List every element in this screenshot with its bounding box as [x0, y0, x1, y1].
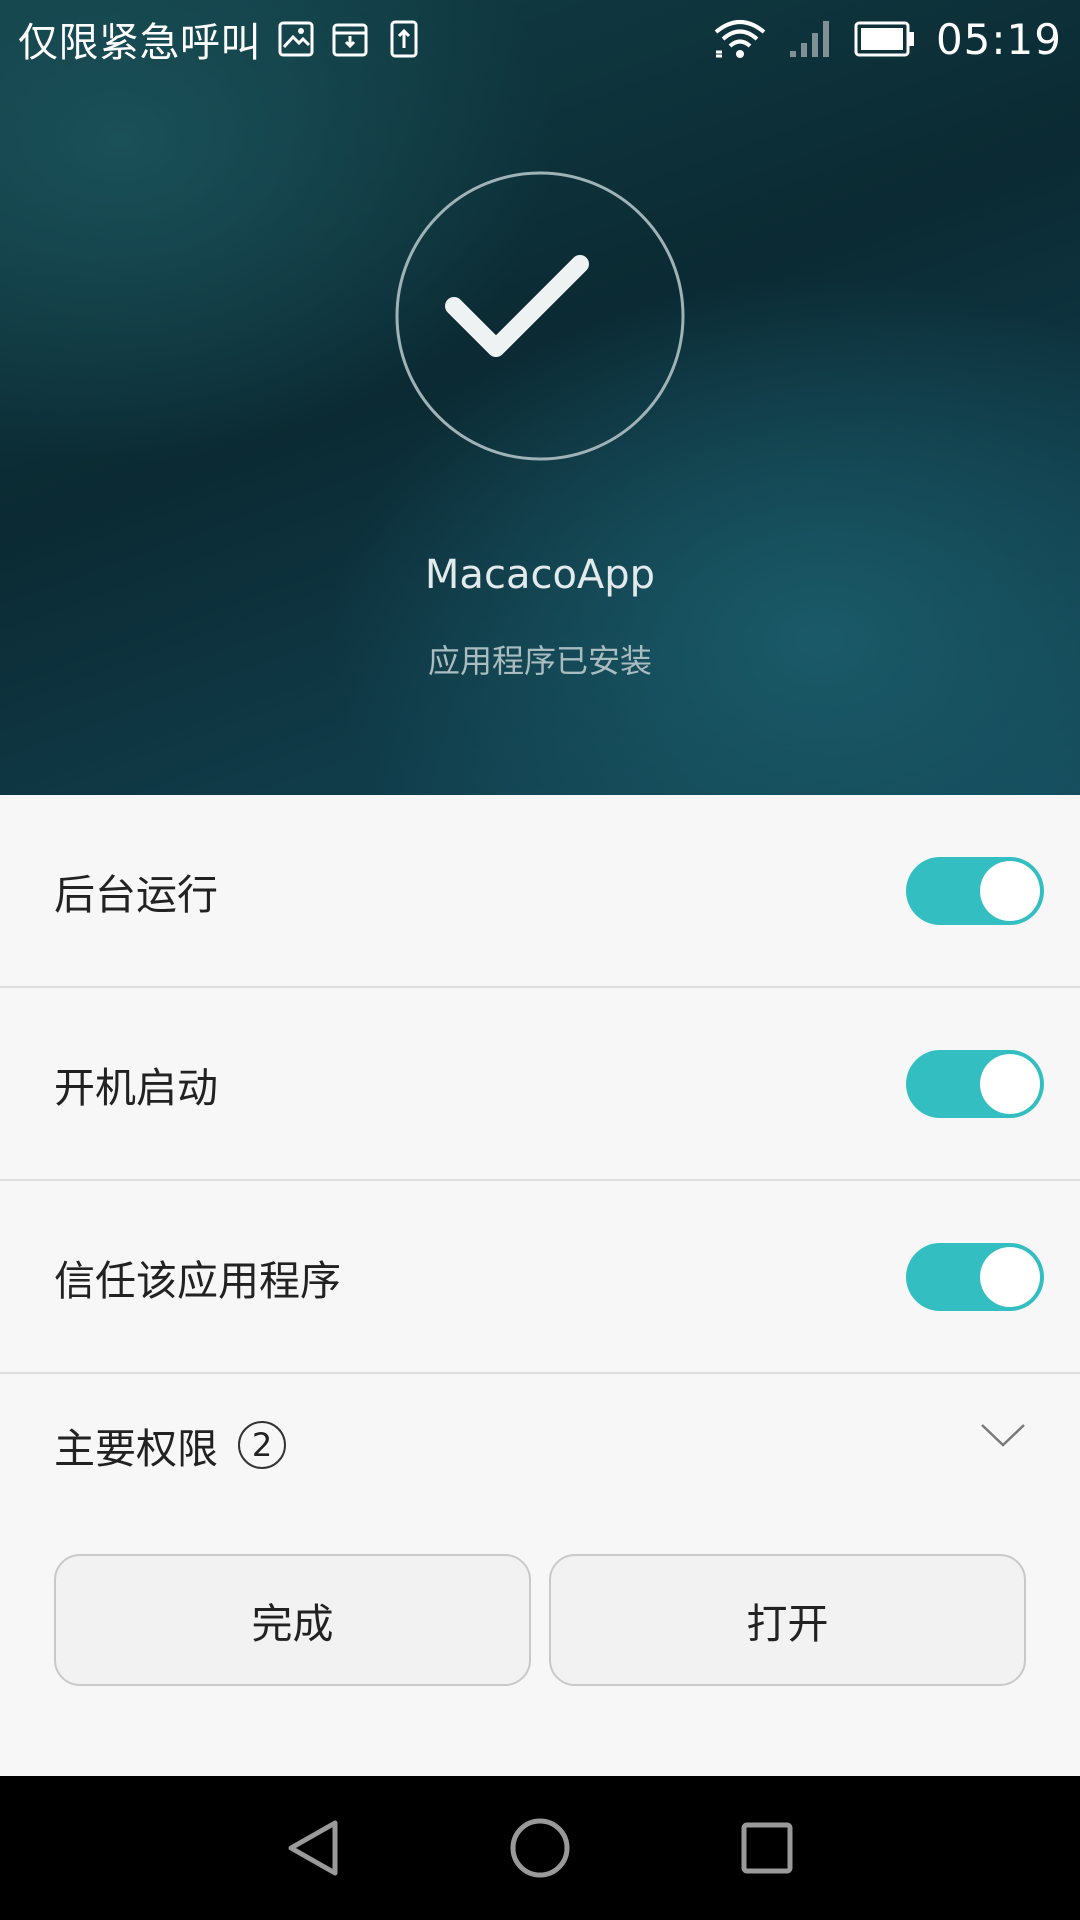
install-status: 应用程序已安装 — [427, 642, 652, 680]
carrier-text: 仅限紧急呼叫 — [18, 20, 261, 66]
status-bar: 仅限紧急呼叫 05:19 — [0, 0, 1080, 78]
background-run-toggle[interactable] — [906, 856, 1044, 925]
toggle-knob — [980, 1246, 1040, 1307]
toggle-knob — [980, 1053, 1040, 1114]
clock: 05:19 — [935, 14, 1062, 64]
toggle-knob — [980, 860, 1040, 921]
permissions-label: 主要权限 — [54, 1425, 218, 1473]
install-complete-screen: 仅限紧急呼叫 05:19 MacacoApp 应用程序已安装 后台运行 开机启动… — [0, 0, 1080, 1920]
autostart-toggle[interactable] — [906, 1049, 1044, 1118]
system-icons: 05:19 — [712, 15, 1062, 64]
setting-row-background-run[interactable]: 后台运行 — [0, 795, 1080, 988]
battery-icon — [854, 20, 916, 58]
setting-row-autostart[interactable]: 开机启动 — [0, 988, 1080, 1181]
check-icon — [395, 171, 685, 461]
wifi-icon — [712, 18, 768, 60]
setting-label: 开机启动 — [54, 1063, 218, 1112]
chevron-down-icon[interactable] — [980, 1422, 1026, 1448]
action-buttons: 完成 打开 — [54, 1554, 1026, 1686]
setting-label: 信任该应用程序 — [54, 1256, 341, 1305]
done-button[interactable]: 完成 — [54, 1554, 531, 1686]
download-box-icon — [323, 16, 377, 62]
navigation-bar — [0, 1776, 1080, 1920]
setting-label: 后台运行 — [54, 870, 218, 919]
permissions-count-badge: 2 — [238, 1421, 286, 1469]
notification-icons — [269, 16, 431, 62]
settings-list: 后台运行 开机启动 信任该应用程序 — [0, 795, 1080, 1374]
back-icon[interactable] — [258, 1793, 368, 1903]
open-button[interactable]: 打开 — [549, 1554, 1026, 1686]
home-icon[interactable] — [485, 1793, 595, 1903]
install-result-header: 仅限紧急呼叫 05:19 MacacoApp 应用程序已安装 — [0, 0, 1080, 795]
signal-icon — [788, 19, 834, 59]
app-name: MacacoApp — [424, 552, 656, 598]
permissions-row[interactable]: 主要权限 2 — [0, 1350, 1080, 1540]
upload-icon — [377, 16, 431, 62]
setting-row-trust-app[interactable]: 信任该应用程序 — [0, 1181, 1080, 1374]
recents-icon[interactable] — [712, 1793, 822, 1903]
trust-app-toggle[interactable] — [906, 1242, 1044, 1311]
image-icon — [269, 16, 323, 62]
